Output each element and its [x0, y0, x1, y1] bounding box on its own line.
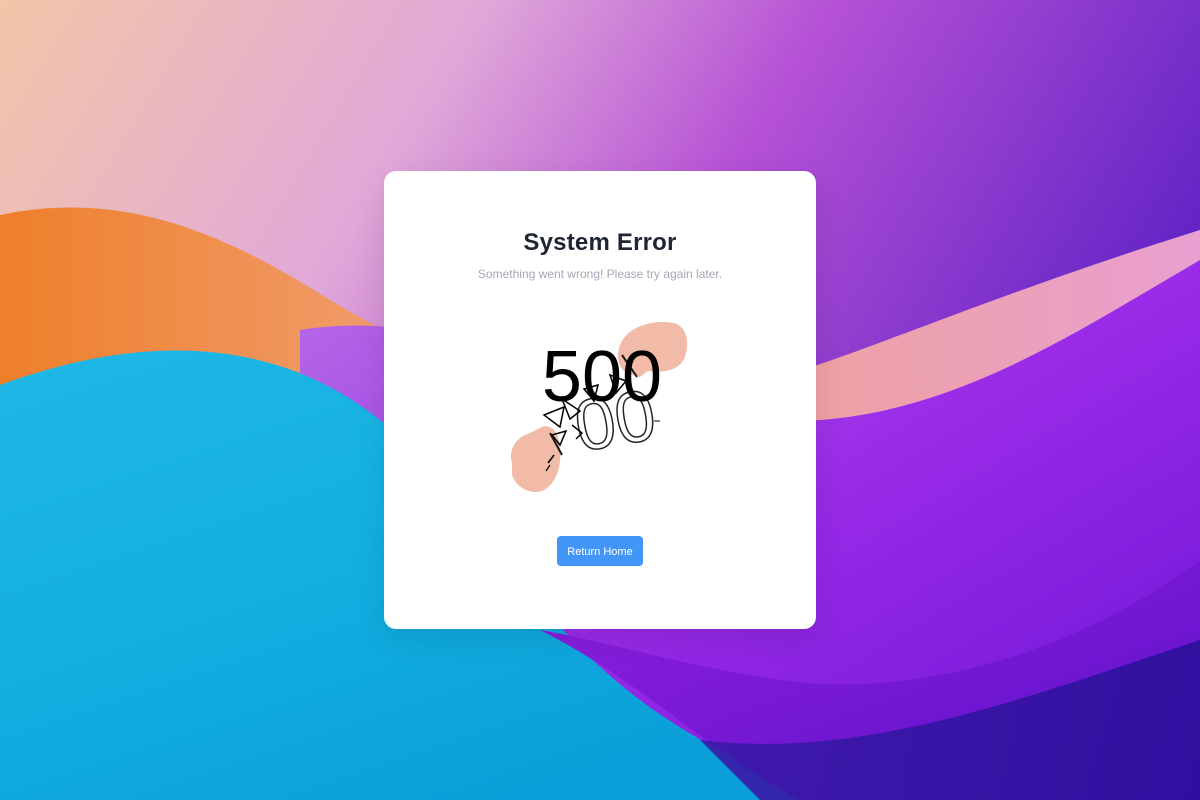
- error-title: System Error: [523, 229, 677, 256]
- error-subtitle: Something went wrong! Please try again l…: [477, 267, 723, 281]
- broken-500-illustration: 500 00: [502, 315, 702, 505]
- error-card: System Error Something went wrong! Pleas…: [384, 171, 816, 629]
- return-home-button[interactable]: Return Home: [557, 536, 643, 566]
